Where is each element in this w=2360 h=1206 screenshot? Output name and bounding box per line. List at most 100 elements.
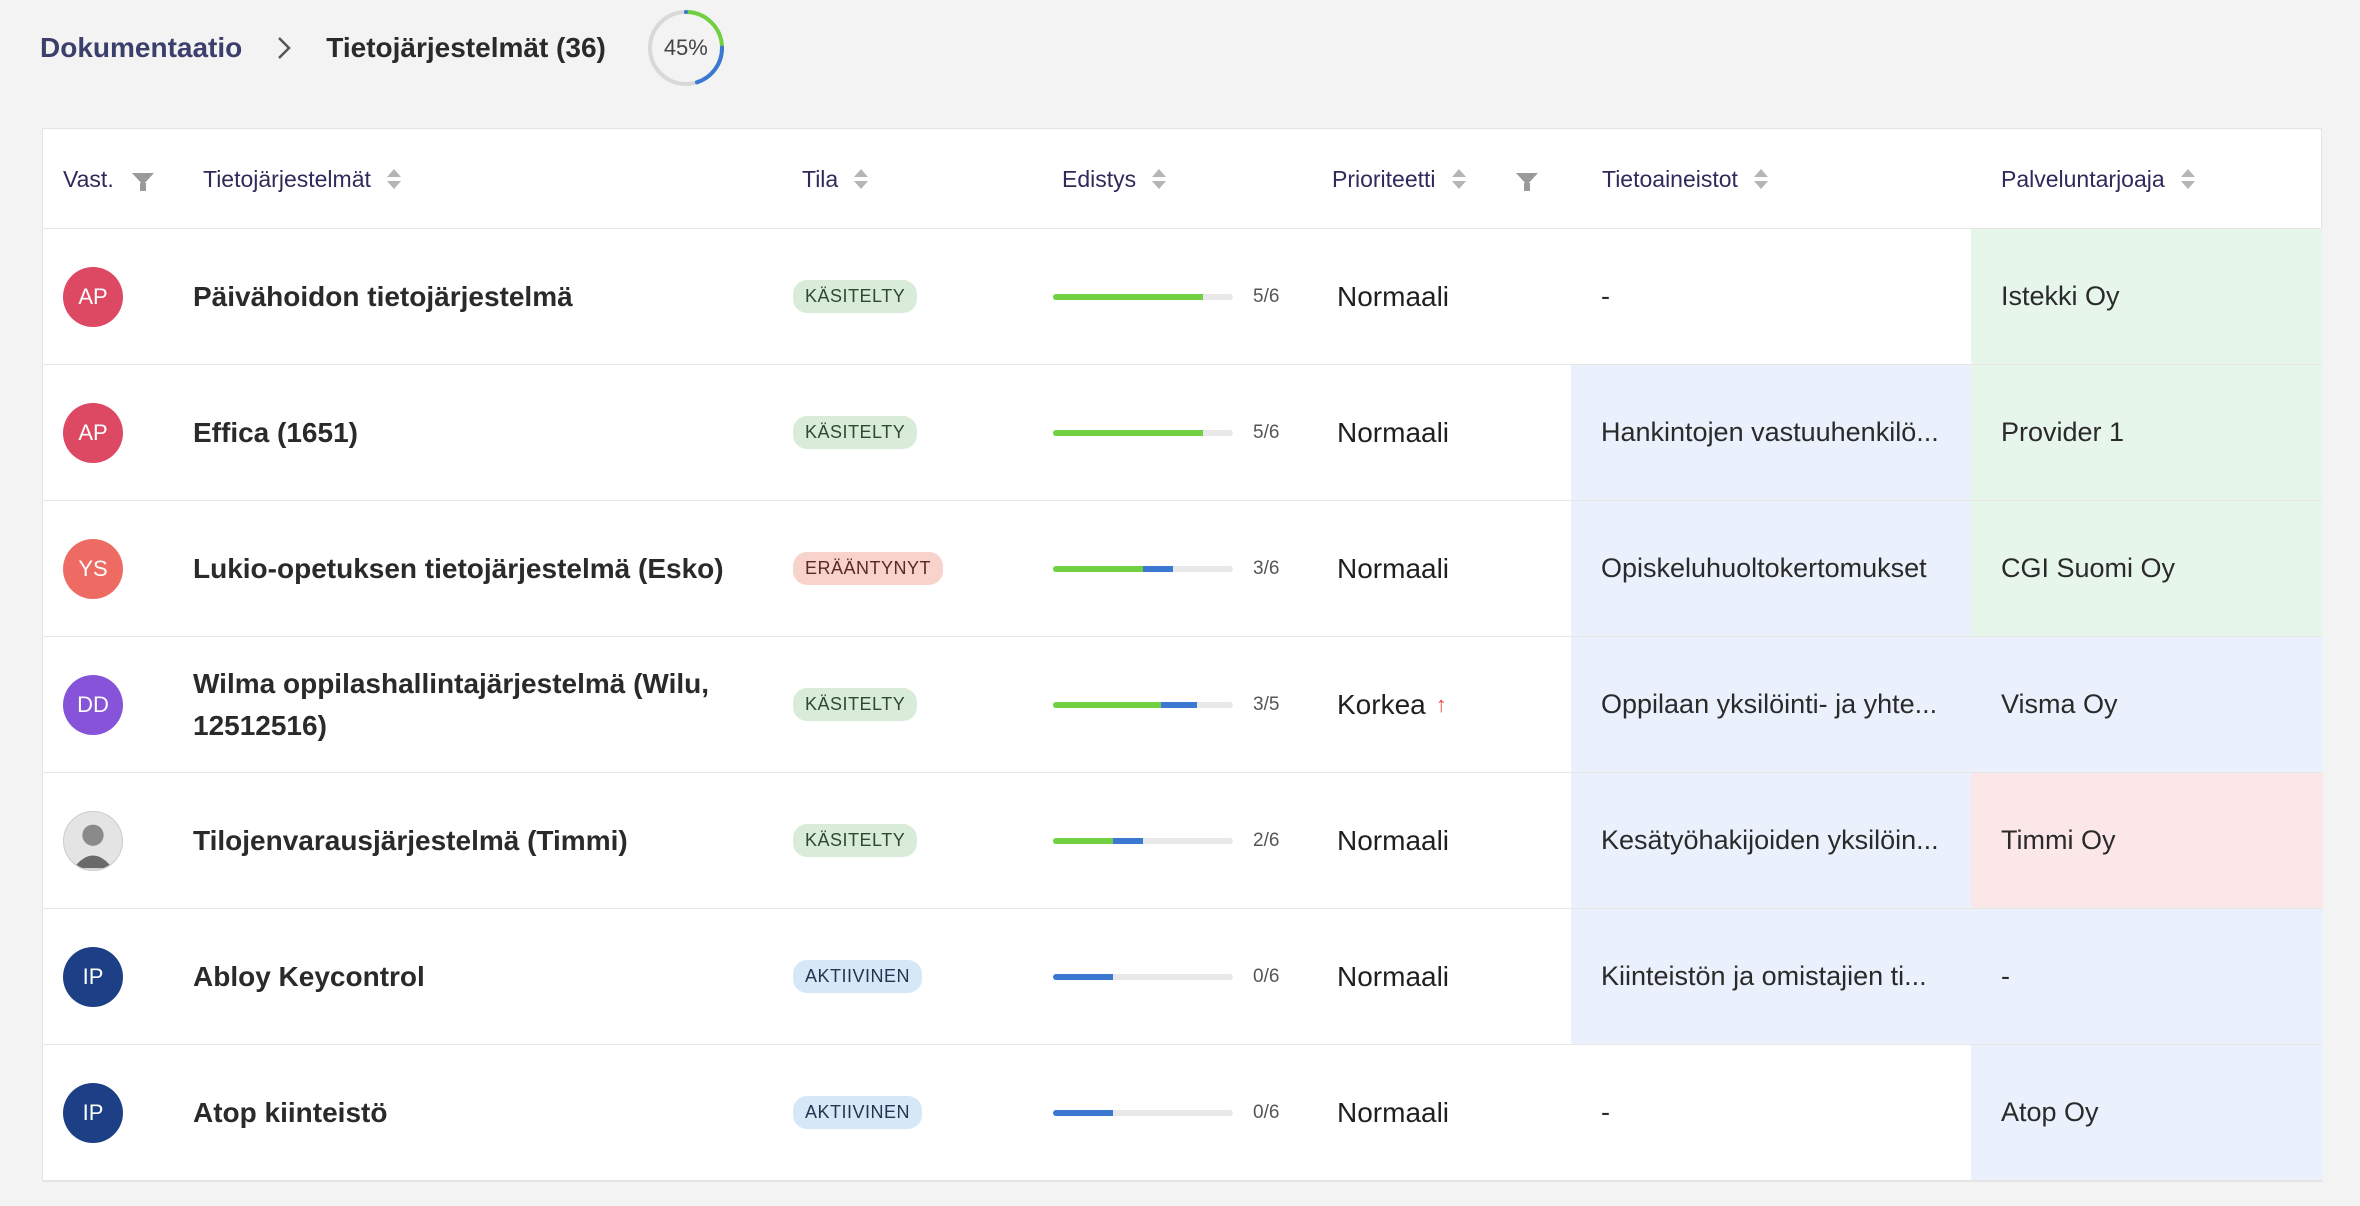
- owner-cell[interactable]: [63, 773, 123, 908]
- avatar: DD: [63, 674, 123, 735]
- column-priority[interactable]: Prioriteetti: [1332, 129, 1538, 229]
- progress-cell: 5/6: [1053, 365, 1313, 500]
- status-cell: KÄSITELTY: [793, 229, 993, 364]
- table-row[interactable]: IP Abloy Keycontrol AKTIIVINEN 0/6 Norma…: [43, 909, 2323, 1045]
- owner-cell[interactable]: AP: [63, 365, 123, 500]
- chevron-right-icon: [270, 34, 298, 62]
- system-name[interactable]: Effica (1651): [193, 365, 753, 500]
- avatar: AP: [63, 402, 123, 463]
- table-row[interactable]: Tilojenvarausjärjestelmä (Timmi) KÄSITEL…: [43, 773, 2323, 909]
- progress-bar: [1053, 1109, 1233, 1116]
- provider-cell[interactable]: Atop Oy: [1971, 1045, 2323, 1180]
- datasets-cell[interactable]: Opiskeluhuoltokertomukset: [1571, 501, 1971, 636]
- provider-cell[interactable]: CGI Suomi Oy: [1971, 501, 2323, 636]
- column-datasets[interactable]: Tietoaineistot: [1602, 129, 1768, 229]
- progress-cell: 2/6: [1053, 773, 1313, 908]
- priority-cell: Normaali: [1337, 773, 1587, 908]
- avatar: IP: [63, 946, 123, 1007]
- status-badge: ERÄÄNTYNYT: [793, 552, 944, 585]
- system-name[interactable]: Päivähoidon tietojärjestelmä: [193, 229, 753, 364]
- datasets-cell[interactable]: Hankintojen vastuuhenkilö...: [1571, 365, 1971, 500]
- datasets-cell[interactable]: -: [1571, 229, 1971, 364]
- provider-cell[interactable]: Visma Oy: [1971, 637, 2323, 772]
- column-provider[interactable]: Palveluntarjoaja: [2001, 129, 2195, 229]
- provider-cell[interactable]: Timmi Oy: [1971, 773, 2323, 908]
- status-badge: AKTIIVINEN: [793, 1096, 923, 1129]
- system-name[interactable]: Atop kiinteistö: [193, 1045, 753, 1180]
- status-cell: AKTIIVINEN: [793, 1045, 993, 1180]
- table-row[interactable]: DD Wilma oppilashallintajärjestelmä (Wil…: [43, 637, 2323, 773]
- system-name[interactable]: Tilojenvarausjärjestelmä (Timmi): [193, 773, 753, 908]
- breadcrumb-bar: Dokumentaatio Tietojärjestelmät (36) 45%: [0, 0, 2360, 96]
- priority-cell: Normaali: [1337, 501, 1587, 636]
- breadcrumb-root[interactable]: Dokumentaatio: [40, 32, 242, 64]
- column-progress[interactable]: Edistys: [1062, 129, 1167, 229]
- status-badge: KÄSITELTY: [793, 416, 918, 449]
- sort-icon[interactable]: [386, 169, 401, 189]
- table-row[interactable]: IP Atop kiinteistö AKTIIVINEN 0/6 Normaa…: [43, 1045, 2323, 1181]
- column-owner[interactable]: Vast.: [63, 129, 154, 229]
- progress-cell: 3/5: [1053, 637, 1313, 772]
- datasets-cell[interactable]: Kiinteistön ja omistajien ti...: [1571, 909, 1971, 1044]
- status-cell: KÄSITELTY: [793, 637, 993, 772]
- provider-cell[interactable]: Provider 1: [1971, 365, 2323, 500]
- arrow-up-icon: ↑: [1435, 691, 1447, 717]
- progress-count: 5/6: [1253, 421, 1280, 443]
- column-provider-label: Palveluntarjoaja: [2001, 165, 2165, 192]
- owner-cell[interactable]: IP: [63, 909, 123, 1044]
- table-row[interactable]: AP Päivähoidon tietojärjestelmä KÄSITELT…: [43, 229, 2323, 365]
- column-datasets-label: Tietoaineistot: [1602, 165, 1738, 192]
- progress-ring: 45%: [646, 8, 726, 88]
- datasets-cell[interactable]: Kesätyöhakijoiden yksilöin...: [1571, 773, 1971, 908]
- column-system[interactable]: Tietojärjestelmät: [203, 129, 401, 229]
- column-progress-label: Edistys: [1062, 165, 1137, 192]
- system-name[interactable]: Wilma oppilashallintajärjestelmä (Wilu, …: [193, 637, 753, 772]
- priority-label: Normaali: [1337, 416, 1450, 448]
- sort-icon[interactable]: [2180, 169, 2195, 189]
- status-cell: ERÄÄNTYNYT: [793, 501, 993, 636]
- progress-bar: [1053, 293, 1233, 300]
- owner-cell[interactable]: AP: [63, 229, 123, 364]
- owner-cell[interactable]: IP: [63, 1045, 123, 1180]
- progress-bar: [1053, 565, 1233, 572]
- status-cell: KÄSITELTY: [793, 365, 993, 500]
- table-row[interactable]: AP Effica (1651) KÄSITELTY 5/6 Normaali …: [43, 365, 2323, 501]
- status-badge: KÄSITELTY: [793, 280, 918, 313]
- progress-bar: [1053, 701, 1233, 708]
- system-name[interactable]: Abloy Keycontrol: [193, 909, 753, 1044]
- column-priority-label: Prioriteetti: [1332, 165, 1436, 192]
- priority-label: Normaali: [1337, 280, 1450, 312]
- filter-icon[interactable]: [131, 173, 154, 191]
- priority-label: Normaali: [1337, 552, 1450, 584]
- column-status[interactable]: Tila: [802, 129, 869, 229]
- avatar: IP: [63, 1082, 123, 1143]
- sort-icon[interactable]: [1753, 169, 1768, 189]
- avatar: AP: [63, 266, 123, 327]
- priority-label: Normaali: [1337, 1096, 1450, 1128]
- page-title: Tietojärjestelmät (36): [326, 32, 606, 63]
- progress-cell: 5/6: [1053, 229, 1313, 364]
- owner-cell[interactable]: YS: [63, 501, 123, 636]
- table-body: AP Päivähoidon tietojärjestelmä KÄSITELT…: [43, 229, 2323, 1181]
- progress-count: 0/6: [1253, 1101, 1280, 1123]
- progress-ring-label: 45%: [663, 35, 708, 60]
- priority-cell: Normaali: [1337, 365, 1587, 500]
- sort-icon[interactable]: [854, 169, 869, 189]
- progress-cell: 0/6: [1053, 1045, 1313, 1180]
- column-owner-label: Vast.: [63, 165, 114, 192]
- progress-cell: 0/6: [1053, 909, 1313, 1044]
- provider-cell[interactable]: Istekki Oy: [1971, 229, 2323, 364]
- datasets-cell[interactable]: Oppilaan yksilöinti- ja yhte...: [1571, 637, 1971, 772]
- table-row[interactable]: YS Lukio-opetuksen tietojärjestelmä (Esk…: [43, 501, 2323, 637]
- priority-cell: Normaali: [1337, 1045, 1587, 1180]
- provider-cell[interactable]: -: [1971, 909, 2323, 1044]
- owner-cell[interactable]: DD: [63, 637, 123, 772]
- status-badge: KÄSITELTY: [793, 824, 918, 857]
- datasets-cell[interactable]: -: [1571, 1045, 1971, 1180]
- sort-icon[interactable]: [1152, 169, 1167, 189]
- system-name[interactable]: Lukio-opetuksen tietojärjestelmä (Esko): [193, 501, 753, 636]
- status-cell: AKTIIVINEN: [793, 909, 993, 1044]
- filter-icon[interactable]: [1515, 173, 1538, 191]
- avatar: YS: [63, 538, 123, 599]
- sort-icon[interactable]: [1451, 169, 1466, 189]
